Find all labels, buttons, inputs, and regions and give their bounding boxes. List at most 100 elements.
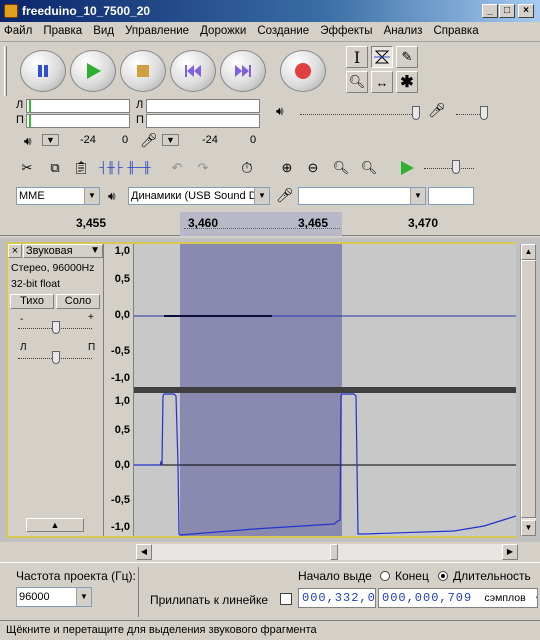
envelope-tool[interactable] bbox=[371, 46, 393, 68]
record-meter-right[interactable] bbox=[146, 114, 260, 128]
record-meter-left[interactable] bbox=[146, 99, 260, 113]
output-device-select[interactable]: Динамики (USB Sound De ▼ bbox=[128, 187, 270, 205]
gain-thumb[interactable] bbox=[52, 321, 60, 334]
unit-dropdown-icon: ▼ bbox=[536, 595, 537, 604]
vertical-scrollbar[interactable]: ▲ ▼ bbox=[520, 244, 536, 536]
paste-button[interactable]: 📋︎ bbox=[70, 157, 92, 179]
zoom-in-button[interactable]: ⊕ bbox=[276, 157, 298, 179]
input-volume-icon: 🎤︎ bbox=[428, 102, 446, 118]
project-rate-label: Частота проекта (Гц): bbox=[16, 569, 136, 583]
play-icon bbox=[87, 63, 101, 79]
audio-host-select[interactable]: MME ▼ bbox=[16, 187, 100, 205]
silence-icon: ╫─╫ bbox=[127, 162, 151, 174]
speaker-icon[interactable]: 🔊︎ bbox=[24, 134, 32, 149]
skip-start-button[interactable] bbox=[170, 50, 216, 92]
redo-button[interactable]: ↷ bbox=[192, 157, 214, 179]
ruler-label: 3,455 bbox=[76, 216, 107, 230]
track-name: Звуковая bbox=[26, 245, 73, 257]
close-button[interactable]: × bbox=[518, 4, 534, 18]
meter-left-label: Л bbox=[16, 99, 24, 111]
y-tick: 1,0 bbox=[114, 395, 130, 407]
output-volume-thumb[interactable] bbox=[412, 106, 420, 120]
playback-meter-menu[interactable]: ▼ bbox=[42, 134, 59, 146]
play-speed-thumb[interactable] bbox=[452, 160, 460, 174]
snap-checkbox[interactable] bbox=[280, 593, 292, 605]
scroll-thumb[interactable] bbox=[521, 260, 536, 518]
selection-start-label: Начало выде bbox=[298, 569, 372, 583]
selection-tool[interactable]: I bbox=[346, 46, 368, 68]
hscroll-thumb[interactable] bbox=[330, 544, 338, 560]
length-label: Длительность bbox=[453, 569, 531, 583]
zoom-out-button[interactable]: ⊖ bbox=[302, 157, 324, 179]
mute-button[interactable]: Тихо bbox=[10, 294, 54, 309]
menu-generate[interactable]: Создание bbox=[253, 22, 313, 40]
skip-end-button[interactable] bbox=[220, 50, 266, 92]
playback-db-label: -24 bbox=[80, 134, 96, 146]
input-device-icon: 🎤︎ bbox=[276, 187, 294, 203]
horizontal-scrollbar[interactable]: ◀ ▶ bbox=[136, 544, 518, 560]
menu-transport[interactable]: Управление bbox=[121, 22, 193, 40]
maximize-button[interactable]: □ bbox=[499, 4, 515, 18]
input-channels-select[interactable] bbox=[428, 187, 474, 205]
play-speed-slider[interactable] bbox=[424, 168, 474, 169]
menu-effects[interactable]: Эффекты bbox=[316, 22, 376, 40]
ruler-selection-line bbox=[184, 228, 340, 229]
selection-start-field[interactable]: 000,332,0 bbox=[298, 588, 376, 608]
play-at-speed-button[interactable] bbox=[396, 157, 418, 179]
sync-lock-button[interactable]: ⏱︎ bbox=[236, 157, 258, 179]
scroll-up-button[interactable]: ▲ bbox=[521, 244, 536, 260]
waveform-display[interactable] bbox=[134, 244, 516, 536]
scissors-icon: ✂ bbox=[21, 160, 33, 175]
dropdown-arrow-icon: ▼ bbox=[76, 588, 91, 606]
scroll-right-button[interactable]: ▶ bbox=[502, 544, 518, 560]
stop-button[interactable] bbox=[120, 50, 166, 92]
length-radio[interactable] bbox=[438, 571, 448, 581]
undo-button[interactable]: ↶ bbox=[166, 157, 188, 179]
play-button[interactable] bbox=[70, 50, 116, 92]
copy-button[interactable]: ⧉ bbox=[44, 157, 66, 179]
playback-meter-left[interactable] bbox=[26, 99, 130, 113]
mic-icon[interactable]: 🎤︎ bbox=[140, 132, 158, 149]
menu-analyze[interactable]: Анализ bbox=[380, 22, 427, 40]
scroll-left-button[interactable]: ◀ bbox=[136, 544, 152, 560]
menu-view[interactable]: Вид bbox=[89, 22, 118, 40]
trim-button[interactable]: ┤╫├ bbox=[99, 157, 122, 179]
playback-meter-right[interactable] bbox=[26, 114, 130, 128]
output-volume-icon: 🔊︎ bbox=[276, 104, 284, 118]
toolbar-grip[interactable] bbox=[4, 46, 7, 96]
draw-tool[interactable]: ✎ bbox=[396, 46, 418, 68]
silence-button[interactable]: ╫─╫ bbox=[127, 157, 151, 179]
end-radio[interactable] bbox=[380, 571, 390, 581]
fit-project-button[interactable]: 🔍︎ bbox=[358, 157, 380, 179]
solo-button[interactable]: Соло bbox=[56, 294, 100, 309]
menu-tracks[interactable]: Дорожки bbox=[196, 22, 250, 40]
input-volume-thumb[interactable] bbox=[480, 106, 488, 120]
selection-length-field[interactable]: 000,000,709 сэмплов ▼ bbox=[378, 588, 538, 608]
track-close-button[interactable]: × bbox=[8, 244, 22, 258]
timeshift-tool[interactable]: ↔ bbox=[371, 71, 393, 93]
track-name-menu[interactable]: Звуковая ▼ bbox=[23, 244, 103, 258]
fit-selection-button[interactable]: 🔍︎ bbox=[330, 157, 352, 179]
snap-label: Прилипать к линейке bbox=[150, 593, 269, 607]
minimize-button[interactable]: _ bbox=[482, 4, 498, 18]
menu-help[interactable]: Справка bbox=[430, 22, 483, 40]
track-collapse-button[interactable]: ▲ bbox=[26, 518, 84, 532]
record-meter-menu[interactable]: ▼ bbox=[162, 134, 179, 146]
arrow-right-icon: ▶ bbox=[506, 547, 514, 556]
y-tick: 0,0 bbox=[114, 309, 130, 321]
record-button[interactable] bbox=[280, 50, 326, 92]
scroll-down-button[interactable]: ▼ bbox=[521, 520, 536, 536]
cut-button[interactable]: ✂ bbox=[16, 157, 38, 179]
pan-thumb[interactable] bbox=[52, 351, 60, 364]
zoom-tool[interactable]: 🔍︎ bbox=[346, 71, 368, 93]
output-volume-slider[interactable] bbox=[300, 114, 420, 115]
input-device-select[interactable]: ▼ bbox=[298, 187, 426, 205]
menu-file[interactable]: Файл bbox=[0, 22, 36, 40]
length-unit: сэмплов bbox=[484, 592, 526, 604]
timeline-ruler[interactable]: 3,455 3,460 3,465 3,470 bbox=[0, 212, 540, 236]
selection-toolbar: Частота проекта (Гц): 96000 ▼ Прилипать к… bbox=[0, 562, 540, 620]
project-rate-select[interactable]: 96000 ▼ bbox=[16, 587, 92, 607]
multi-tool[interactable]: ✱ bbox=[396, 71, 418, 93]
menu-edit[interactable]: Правка bbox=[39, 22, 86, 40]
pause-button[interactable] bbox=[20, 50, 66, 92]
